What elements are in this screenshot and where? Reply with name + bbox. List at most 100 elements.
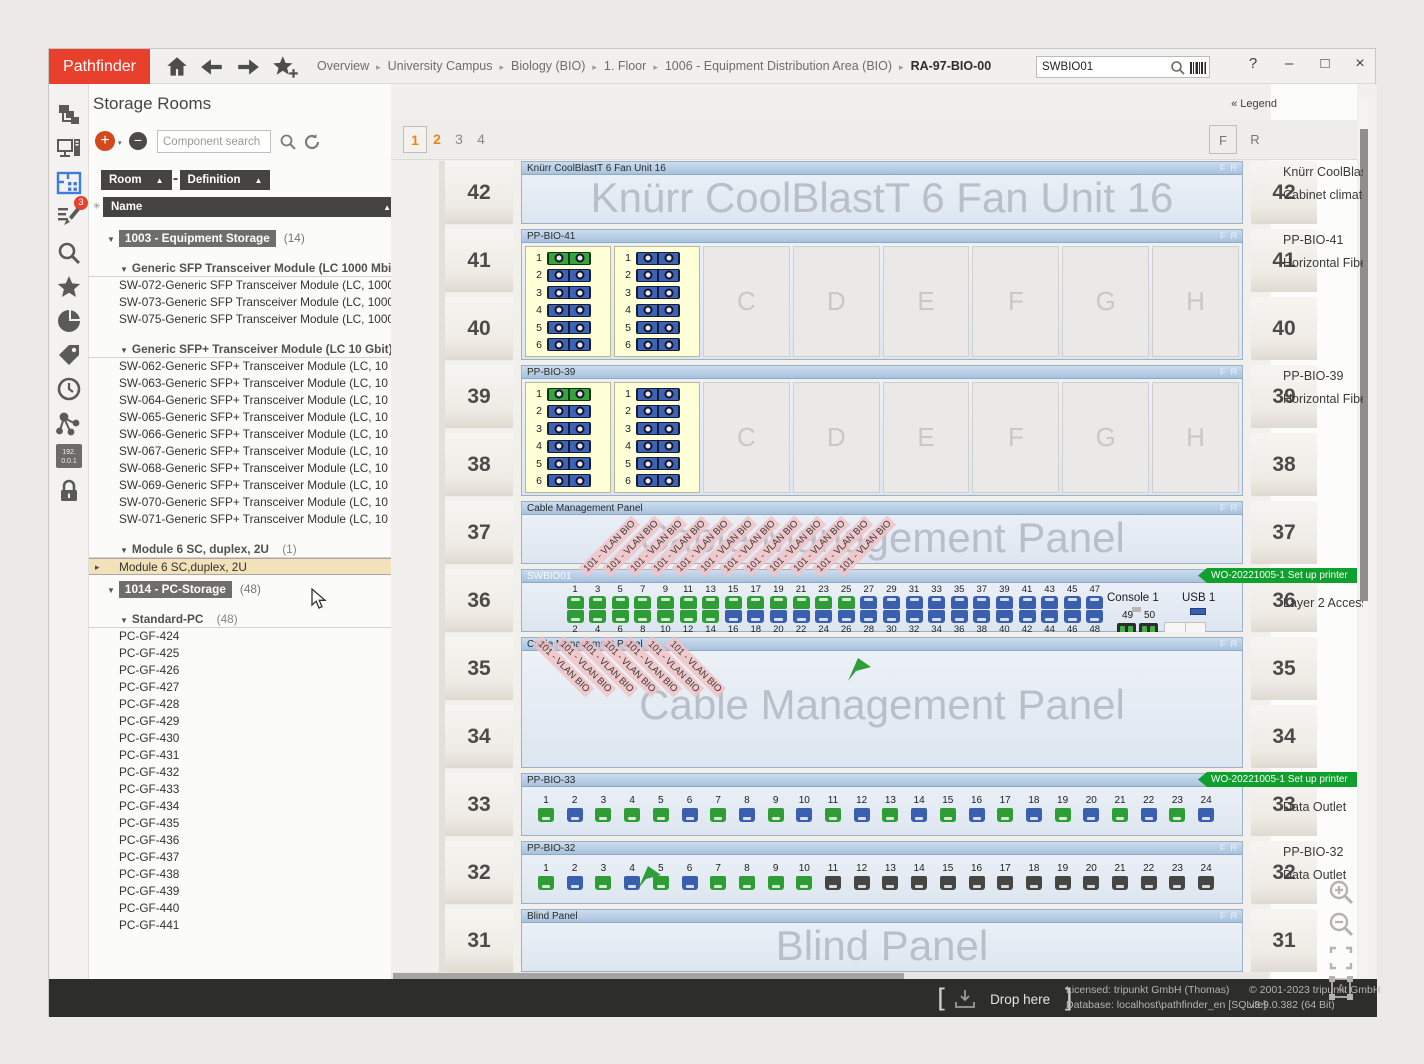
duplex-port[interactable] xyxy=(547,252,591,265)
rj45-port[interactable] xyxy=(739,876,755,890)
tree-item-row[interactable]: PC-GF-439 xyxy=(89,883,399,900)
rj45-port[interactable] xyxy=(680,596,697,609)
device-side-f[interactable]: F xyxy=(1220,911,1226,921)
device-fr-toggle[interactable]: FR xyxy=(1215,842,1237,855)
rj45-port[interactable] xyxy=(815,610,832,623)
tree-item-row[interactable]: PC-GF-429 xyxy=(89,713,399,730)
duplex-port[interactable] xyxy=(636,252,680,265)
rj45-port[interactable] xyxy=(768,808,784,822)
device-fr-toggle[interactable]: FR xyxy=(1215,162,1237,175)
device-fr-toggle[interactable]: FR xyxy=(1215,638,1237,651)
tag-icon[interactable] xyxy=(56,342,82,368)
tree-room-row[interactable]: ▼1003 - Equipment Storage(14) xyxy=(89,230,399,247)
fiber-module[interactable]: 123456 xyxy=(525,382,611,493)
refresh-icon[interactable] xyxy=(303,133,321,151)
rj45-port[interactable] xyxy=(612,596,629,609)
duplex-port[interactable] xyxy=(547,457,591,470)
rj45-port[interactable] xyxy=(911,876,927,890)
add-button[interactable]: + xyxy=(95,131,115,151)
help-button[interactable]: ? xyxy=(1242,55,1264,72)
rj45-port[interactable] xyxy=(1026,876,1042,890)
device-pp-bio-33[interactable]: PP-BIO-33FR12345678910111213141516171819… xyxy=(521,773,1243,836)
duplex-port[interactable] xyxy=(636,388,680,401)
tree-item-row[interactable]: PC-GF-434 xyxy=(89,798,399,815)
ip-address-icon[interactable]: 192. 0.0.1 xyxy=(56,444,82,468)
fit-view-icon[interactable] xyxy=(1328,945,1354,971)
device-fr-toggle[interactable]: FR xyxy=(1215,230,1237,243)
tree-item-row[interactable]: PC-GF-425 xyxy=(89,645,399,662)
breadcrumb-item[interactable]: University Campus xyxy=(388,59,493,73)
device-side-f[interactable]: F xyxy=(1220,843,1226,853)
duplex-port[interactable] xyxy=(636,440,680,453)
rj45-port[interactable] xyxy=(634,596,651,609)
rj45-port[interactable] xyxy=(969,876,985,890)
device-header[interactable]: PP-BIO-33FR xyxy=(522,774,1242,787)
rj45-port[interactable] xyxy=(595,808,611,822)
workstation-icon[interactable] xyxy=(56,136,82,162)
tree-item-row[interactable]: SW-067-Generic SFP+ Transceiver Module (… xyxy=(89,443,399,460)
pie-chart-icon[interactable] xyxy=(56,308,82,334)
name-column-header[interactable]: Name▲ xyxy=(103,197,399,217)
rj45-port[interactable] xyxy=(1055,876,1071,890)
rj45-port[interactable] xyxy=(589,610,606,623)
rj45-port[interactable] xyxy=(680,610,697,623)
minimize-button[interactable]: – xyxy=(1278,55,1300,72)
device-blind-panel[interactable]: Blind PanelFRBlind Panel xyxy=(521,909,1243,972)
tree-group-row[interactable]: ▼Module 6 SC, duplex, 2U (1) xyxy=(89,541,399,558)
rj45-port[interactable] xyxy=(951,610,968,623)
device-side-r[interactable]: R xyxy=(1231,163,1238,173)
empty-slot-g[interactable]: G xyxy=(1062,382,1149,493)
fiber-module[interactable]: 123456 xyxy=(614,382,700,493)
tree-item-row[interactable]: PC-GF-437 xyxy=(89,849,399,866)
rj45-port[interactable] xyxy=(997,808,1013,822)
device-side-r[interactable]: R xyxy=(1231,639,1238,649)
device-header[interactable]: Knürr CoolBlastT 6 Fan Unit 16FR xyxy=(522,162,1242,175)
console-port[interactable] xyxy=(1132,607,1141,612)
rj45-port[interactable] xyxy=(940,876,956,890)
rj45-port[interactable] xyxy=(1019,596,1036,609)
rj45-port[interactable] xyxy=(710,876,726,890)
device-fr-toggle[interactable]: FR xyxy=(1215,502,1237,515)
duplex-port[interactable] xyxy=(636,422,680,435)
tree-item-row[interactable]: SW-071-Generic SFP+ Transceiver Module (… xyxy=(89,511,399,528)
zoom-out-icon[interactable] xyxy=(1328,911,1354,937)
device-side-r[interactable]: R xyxy=(1231,911,1238,921)
rj45-port[interactable] xyxy=(796,808,812,822)
rj45-port[interactable] xyxy=(860,596,877,609)
rj45-port[interactable] xyxy=(657,596,674,609)
duplex-port[interactable] xyxy=(636,457,680,470)
sfp-port[interactable] xyxy=(1139,623,1158,632)
tree-group-row[interactable]: ▼Generic SFP Transceiver Module (LC 1000… xyxy=(89,260,399,277)
expand-collapse-icon[interactable]: ▼ xyxy=(120,346,128,355)
rj45-port[interactable] xyxy=(940,808,956,822)
workorder-ribbon[interactable]: WO-20221005-1 Set up printer xyxy=(1198,568,1357,583)
filter-definition-button[interactable]: Definition▲ xyxy=(180,170,271,190)
topology-icon[interactable] xyxy=(56,410,82,436)
device-header[interactable]: Blind PanelFR xyxy=(522,910,1242,923)
rj45-port[interactable] xyxy=(1026,808,1042,822)
rj45-port[interactable] xyxy=(1198,876,1214,890)
device-header[interactable]: PP-BIO-41FR xyxy=(522,230,1242,243)
device-side-f[interactable]: F xyxy=(1220,367,1226,377)
duplex-port[interactable] xyxy=(547,286,591,299)
duplex-port[interactable] xyxy=(636,269,680,282)
breadcrumb-item[interactable]: 1006 - Equipment Distribution Area (BIO) xyxy=(665,59,892,73)
rj45-port[interactable] xyxy=(973,596,990,609)
breadcrumb-item[interactable]: Overview xyxy=(317,59,369,73)
duplex-port[interactable] xyxy=(547,304,591,317)
favorite-add-icon[interactable] xyxy=(271,54,301,80)
rj45-port[interactable] xyxy=(702,610,719,623)
device-header[interactable]: PP-BIO-32FR xyxy=(522,842,1242,855)
expand-collapse-icon[interactable]: ▼ xyxy=(107,235,115,244)
maximize-button[interactable]: □ xyxy=(1314,55,1336,72)
duplex-port[interactable] xyxy=(636,338,680,351)
tree-item-row[interactable]: SW-075-Generic SFP Transceiver Module (L… xyxy=(89,311,399,328)
rj45-port[interactable] xyxy=(595,876,611,890)
duplex-port[interactable] xyxy=(547,338,591,351)
device-side-r[interactable]: R xyxy=(1231,367,1238,377)
rj45-port[interactable] xyxy=(567,808,583,822)
duplex-port[interactable] xyxy=(547,422,591,435)
rj45-port[interactable] xyxy=(682,876,698,890)
clock-icon[interactable] xyxy=(56,376,82,402)
tree-item-row[interactable]: PC-GF-431 xyxy=(89,747,399,764)
